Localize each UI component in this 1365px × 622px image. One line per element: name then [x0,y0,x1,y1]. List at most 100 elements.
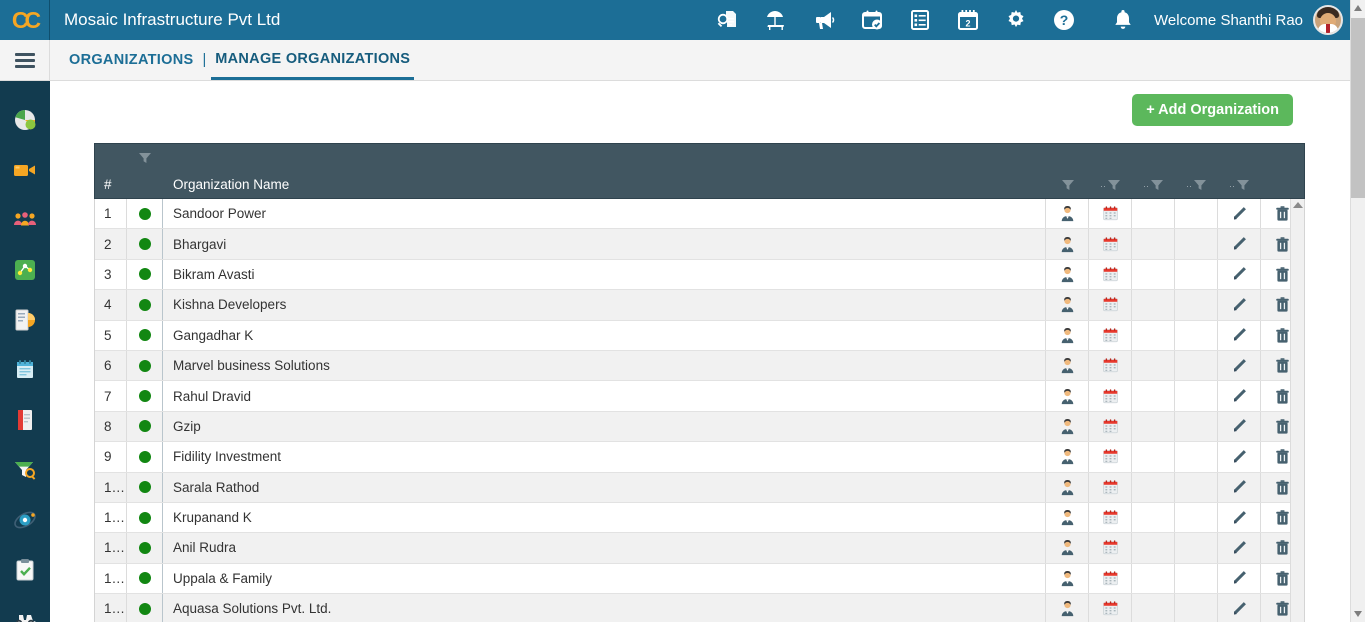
row-action-empty-1[interactable] [1132,594,1175,622]
row-action-empty-2[interactable] [1175,320,1218,350]
row-action-edit[interactable] [1218,442,1261,472]
row-action-contact[interactable] [1046,411,1089,442]
notification-bell-icon[interactable] [1112,8,1136,32]
column-filter-calendar[interactable]: .. [1089,178,1132,192]
page-scroll-down-button[interactable] [1351,606,1365,622]
app-logo[interactable]: CC [0,0,50,40]
row-action-empty-2[interactable] [1175,442,1218,472]
row-action-edit[interactable] [1218,320,1261,350]
row-action-edit[interactable] [1218,290,1261,320]
row-action-empty-1[interactable] [1132,472,1175,502]
table-row[interactable]: 2 Bhargavi [95,229,1304,260]
calendar-date-icon[interactable]: 2 [956,8,980,32]
page-scroll-up-button[interactable] [1351,0,1365,16]
breadcrumb-item-organizations[interactable]: ORGANIZATIONS [65,40,197,80]
page-scroll-thumb[interactable] [1351,18,1365,198]
row-action-empty-1[interactable] [1132,502,1175,533]
row-action-calendar[interactable] [1089,320,1132,350]
gear-icon[interactable] [1004,8,1028,32]
row-action-contact[interactable] [1046,290,1089,320]
row-action-edit[interactable] [1218,259,1261,290]
row-action-calendar[interactable] [1089,381,1132,411]
breadcrumb-item-manage-organizations[interactable]: MANAGE ORGANIZATIONS [211,40,415,80]
help-circle-icon[interactable]: ? [1052,8,1076,32]
row-action-contact[interactable] [1046,594,1089,622]
row-action-contact[interactable] [1046,229,1089,259]
row-action-edit[interactable] [1218,594,1261,622]
row-action-calendar[interactable] [1089,199,1132,229]
row-action-empty-2[interactable] [1175,381,1218,411]
list-report-icon[interactable] [908,8,932,32]
row-action-calendar[interactable] [1089,594,1132,622]
row-action-empty-2[interactable] [1175,259,1218,290]
row-action-contact[interactable] [1046,259,1089,290]
column-filter-edit[interactable]: .. [1218,178,1261,192]
row-action-edit[interactable] [1218,563,1261,594]
hamburger-menu-icon[interactable] [0,40,50,80]
avatar[interactable] [1313,5,1343,35]
row-action-edit[interactable] [1218,411,1261,442]
row-action-calendar[interactable] [1089,229,1132,259]
row-action-edit[interactable] [1218,502,1261,533]
row-action-empty-1[interactable] [1132,563,1175,594]
row-action-empty-1[interactable] [1132,411,1175,442]
table-row[interactable]: 7 Rahul Dravid [95,381,1304,412]
row-action-calendar[interactable] [1089,411,1132,442]
row-action-edit[interactable] [1218,472,1261,502]
table-row[interactable]: 1 Sandoor Power [95,199,1304,230]
sidebar-item-users[interactable] [12,207,38,233]
sidebar-item-dashboard[interactable] [12,107,38,133]
sidebar-item-video[interactable] [12,157,38,183]
scroll-up-arrow-icon[interactable] [1293,202,1303,208]
table-row[interactable]: 9 Fidility Investment [95,442,1304,473]
row-action-contact[interactable] [1046,381,1089,411]
row-action-empty-1[interactable] [1132,290,1175,320]
row-action-contact[interactable] [1046,563,1089,594]
row-action-empty-1[interactable] [1132,320,1175,350]
sidebar-item-network[interactable] [12,257,38,283]
row-action-empty-1[interactable] [1132,381,1175,411]
table-row[interactable]: 4 Kishna Developers [95,290,1304,321]
row-action-contact[interactable] [1046,199,1089,229]
row-action-empty-1[interactable] [1132,229,1175,259]
table-row[interactable]: 8 Gzip [95,411,1304,443]
add-organization-button[interactable]: + Add Organization [1132,94,1293,126]
row-action-contact[interactable] [1046,350,1089,381]
sidebar-item-documents[interactable] [12,307,38,333]
row-action-calendar[interactable] [1089,290,1132,320]
row-action-contact[interactable] [1046,472,1089,502]
column-filter-c3[interactable]: .. [1132,178,1175,192]
filter-cell-status[interactable] [127,144,163,171]
row-action-calendar[interactable] [1089,472,1132,502]
sidebar-item-filter[interactable] [12,457,38,483]
table-row[interactable]: 5 Gangadhar K [95,320,1304,351]
table-row[interactable]: 3 Bikram Avasti [95,259,1304,291]
sidebar-item-target[interactable] [12,507,38,533]
row-action-empty-2[interactable] [1175,199,1218,229]
table-row[interactable]: 1… Krupanand K [95,502,1304,534]
umbrella-bench-icon[interactable] [764,8,788,32]
row-action-empty-1[interactable] [1132,259,1175,290]
row-action-calendar[interactable] [1089,563,1132,594]
sidebar-item-book[interactable] [12,407,38,433]
table-row[interactable]: 1… Uppala & Family [95,563,1304,595]
row-action-contact[interactable] [1046,320,1089,350]
column-filter-contact[interactable] [1046,178,1089,192]
row-action-edit[interactable] [1218,199,1261,229]
row-action-calendar[interactable] [1089,533,1132,563]
table-row[interactable]: 1… Aquasa Solutions Pvt. Ltd. [95,594,1304,622]
row-action-calendar[interactable] [1089,350,1132,381]
row-action-empty-1[interactable] [1132,533,1175,563]
sidebar-item-explore[interactable] [12,607,38,622]
page-scrollbar[interactable] [1350,0,1365,622]
row-action-empty-2[interactable] [1175,472,1218,502]
table-scrollbar[interactable] [1290,199,1304,622]
row-action-empty-1[interactable] [1132,199,1175,229]
row-action-empty-2[interactable] [1175,229,1218,259]
row-action-calendar[interactable] [1089,502,1132,533]
row-action-empty-1[interactable] [1132,350,1175,381]
row-action-edit[interactable] [1218,229,1261,259]
table-row[interactable]: 1… Sarala Rathod [95,472,1304,503]
sidebar-item-tasks[interactable] [12,557,38,583]
row-action-empty-2[interactable] [1175,533,1218,563]
